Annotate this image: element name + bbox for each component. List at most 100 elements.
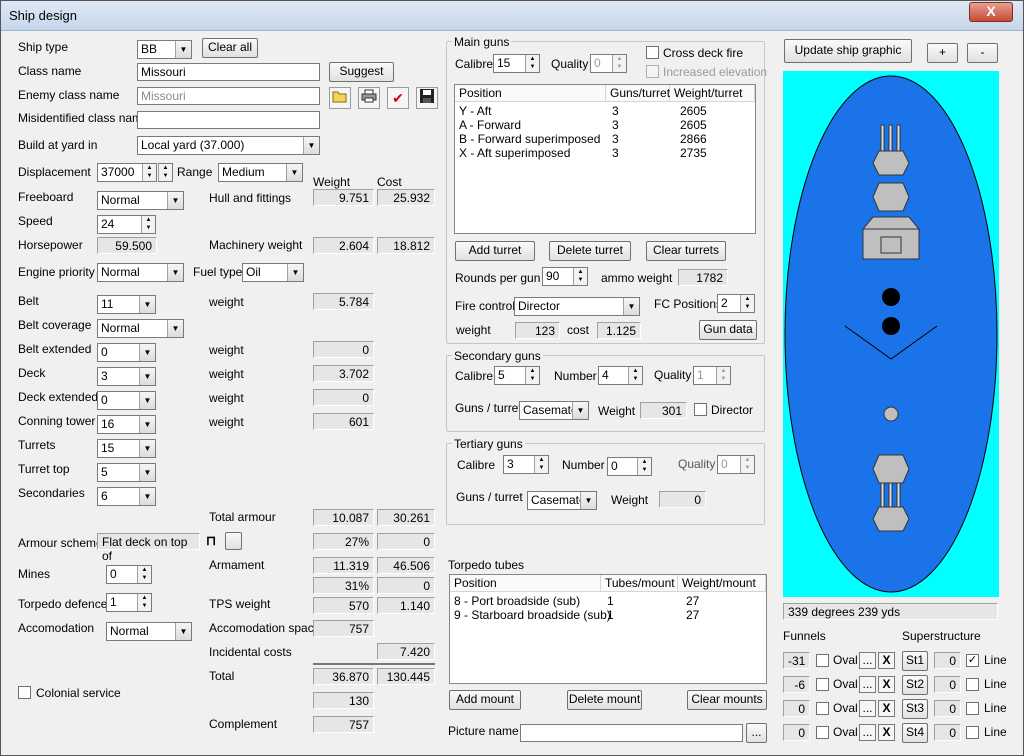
funnel-2-value[interactable]: -6 bbox=[783, 676, 810, 693]
displacement-step-spinner[interactable]: ▲ ▼ bbox=[158, 163, 173, 182]
funnel-4-delete-icon[interactable]: X bbox=[878, 724, 895, 741]
col-position[interactable]: Position bbox=[450, 575, 601, 592]
col-weight-mount[interactable]: Weight/mount bbox=[678, 575, 766, 592]
main-quality-spinner[interactable]: 0 ▲ ▼ bbox=[590, 54, 627, 73]
st1-value[interactable]: 0 bbox=[934, 652, 961, 669]
secondary-director-checkbox[interactable] bbox=[694, 403, 707, 416]
speed-spinner[interactable]: 24 ▲ ▼ bbox=[97, 215, 156, 234]
st3-value[interactable]: 0 bbox=[934, 700, 961, 717]
add-turret-button[interactable]: Add turret bbox=[455, 241, 535, 261]
table-row[interactable]: Y - Aft 3 2605 bbox=[455, 104, 755, 118]
zoom-in-button[interactable]: + bbox=[927, 43, 958, 63]
st1-button[interactable]: St1 bbox=[902, 651, 928, 671]
fuel-type-select[interactable]: Oil ▼ bbox=[242, 263, 304, 282]
increased-elevation-checkbox[interactable] bbox=[646, 65, 659, 78]
torpedo-defence-spinner[interactable]: 1 ▲ ▼ bbox=[106, 593, 152, 612]
torpedo-table[interactable]: Position Tubes/mount Weight/mount 8 - Po… bbox=[449, 574, 767, 684]
secondaries-select[interactable]: 6 ▼ bbox=[97, 487, 156, 506]
belt-extended-select[interactable]: 0 ▼ bbox=[97, 343, 156, 362]
armour-scheme-button[interactable] bbox=[225, 532, 242, 550]
open-folder-icon[interactable] bbox=[329, 87, 351, 109]
secondary-quality-spinner[interactable]: 1 ▲ ▼ bbox=[693, 366, 731, 385]
close-button[interactable]: X bbox=[969, 2, 1013, 22]
fire-control-select[interactable]: Director ▼ bbox=[514, 297, 640, 316]
displacement-spinner[interactable]: 37000 ▲ ▼ bbox=[97, 163, 157, 182]
gun-data-button[interactable]: Gun data bbox=[699, 320, 757, 340]
clear-turrets-button[interactable]: Clear turrets bbox=[646, 241, 726, 261]
table-row[interactable]: 9 - Starboard broadside (sub) 1 27 bbox=[450, 608, 766, 622]
tertiary-calibre-spinner[interactable]: 3 ▲ ▼ bbox=[503, 455, 549, 474]
add-mount-button[interactable]: Add mount bbox=[449, 690, 521, 710]
st3-button[interactable]: St3 bbox=[902, 699, 928, 719]
funnel-3-value[interactable]: 0 bbox=[783, 700, 810, 717]
secondary-gt-select[interactable]: Casemate ▼ bbox=[519, 401, 589, 420]
funnel-2-more-button[interactable]: ... bbox=[859, 676, 876, 693]
engine-priority-select[interactable]: Normal ▼ bbox=[97, 263, 184, 282]
main-guns-table[interactable]: Position Guns/turret Weight/turret Y - A… bbox=[454, 84, 756, 234]
picture-name-input[interactable] bbox=[520, 724, 743, 742]
turret-top-select[interactable]: 5 ▼ bbox=[97, 463, 156, 482]
st1-line-checkbox[interactable]: ✓ bbox=[966, 654, 979, 667]
zoom-out-button[interactable]: - bbox=[967, 43, 998, 63]
save-icon[interactable] bbox=[416, 87, 438, 109]
cross-deck-checkbox[interactable] bbox=[646, 46, 659, 59]
tertiary-gt-select[interactable]: Casemate ▼ bbox=[527, 491, 597, 510]
clear-mounts-button[interactable]: Clear mounts bbox=[687, 690, 767, 710]
ship-graphic[interactable] bbox=[783, 71, 999, 597]
funnel-3-more-button[interactable]: ... bbox=[859, 700, 876, 717]
mines-spinner[interactable]: 0 ▲ ▼ bbox=[106, 565, 152, 584]
table-row[interactable]: 8 - Port broadside (sub) 1 27 bbox=[450, 594, 766, 608]
misidentified-input[interactable] bbox=[137, 111, 320, 129]
funnel-3-oval-checkbox[interactable] bbox=[816, 702, 829, 715]
class-name-input[interactable]: Missouri bbox=[137, 63, 320, 81]
table-row[interactable]: B - Forward superimposed 3 2866 bbox=[455, 132, 755, 146]
rounds-per-gun-spinner[interactable]: 90 ▲ ▼ bbox=[542, 267, 588, 286]
freeboard-select[interactable]: Normal ▼ bbox=[97, 191, 184, 210]
build-at-select[interactable]: Local yard (37.000) ▼ bbox=[137, 136, 320, 155]
accomodation-select[interactable]: Normal ▼ bbox=[106, 622, 192, 641]
st2-value[interactable]: 0 bbox=[934, 676, 961, 693]
funnel-2-oval-checkbox[interactable] bbox=[816, 678, 829, 691]
funnel-1-more-button[interactable]: ... bbox=[859, 652, 876, 669]
fc-positions-spinner[interactable]: 2 ▲ ▼ bbox=[717, 294, 755, 313]
funnel-2-delete-icon[interactable]: X bbox=[878, 676, 895, 693]
clear-all-button[interactable]: Clear all bbox=[202, 38, 258, 58]
funnel-4-more-button[interactable]: ... bbox=[859, 724, 876, 741]
deck-extended-select[interactable]: 0 ▼ bbox=[97, 391, 156, 410]
enemy-class-input[interactable]: Missouri bbox=[137, 87, 320, 105]
funnel-1-oval-checkbox[interactable] bbox=[816, 654, 829, 667]
table-row[interactable]: X - Aft superimposed 3 2735 bbox=[455, 146, 755, 160]
suggest-button[interactable]: Suggest bbox=[329, 62, 394, 82]
funnel-4-value[interactable]: 0 bbox=[783, 724, 810, 741]
secondary-calibre-spinner[interactable]: 5 ▲ ▼ bbox=[494, 366, 540, 385]
colonial-service-checkbox[interactable] bbox=[18, 686, 31, 699]
update-ship-graphic-button[interactable]: Update ship graphic bbox=[784, 39, 912, 63]
table-row[interactable]: A - Forward 3 2605 bbox=[455, 118, 755, 132]
ship-type-select[interactable]: BB ▼ bbox=[137, 40, 192, 59]
secondary-number-spinner[interactable]: 4 ▲ ▼ bbox=[598, 366, 643, 385]
tertiary-quality-spinner[interactable]: 0 ▲ ▼ bbox=[717, 455, 755, 474]
st4-line-checkbox[interactable] bbox=[966, 726, 979, 739]
funnel-1-delete-icon[interactable]: X bbox=[878, 652, 895, 669]
col-position[interactable]: Position bbox=[455, 85, 606, 102]
main-calibre-spinner[interactable]: 15 ▲ ▼ bbox=[493, 54, 540, 73]
col-guns-turret[interactable]: Guns/turret bbox=[606, 85, 670, 102]
checkmark-icon[interactable]: ✔ bbox=[387, 87, 409, 109]
col-tubes-mount[interactable]: Tubes/mount bbox=[601, 575, 678, 592]
col-weight-turret[interactable]: Weight/turret bbox=[670, 85, 755, 102]
funnel-3-delete-icon[interactable]: X bbox=[878, 700, 895, 717]
st4-button[interactable]: St4 bbox=[902, 723, 928, 743]
conning-tower-select[interactable]: 16 ▼ bbox=[97, 415, 156, 434]
st4-value[interactable]: 0 bbox=[934, 724, 961, 741]
print-icon[interactable] bbox=[358, 87, 380, 109]
st3-line-checkbox[interactable] bbox=[966, 702, 979, 715]
delete-turret-button[interactable]: Delete turret bbox=[549, 241, 631, 261]
deck-select[interactable]: 3 ▼ bbox=[97, 367, 156, 386]
belt-select[interactable]: 11 ▼ bbox=[97, 295, 156, 314]
belt-coverage-select[interactable]: Normal ▼ bbox=[97, 319, 184, 338]
funnel-4-oval-checkbox[interactable] bbox=[816, 726, 829, 739]
range-select[interactable]: Medium ▼ bbox=[218, 163, 303, 182]
tertiary-number-spinner[interactable]: 0 ▲ ▼ bbox=[607, 457, 652, 476]
funnel-1-value[interactable]: -31 bbox=[783, 652, 810, 669]
browse-picture-button[interactable]: ... bbox=[746, 723, 767, 743]
